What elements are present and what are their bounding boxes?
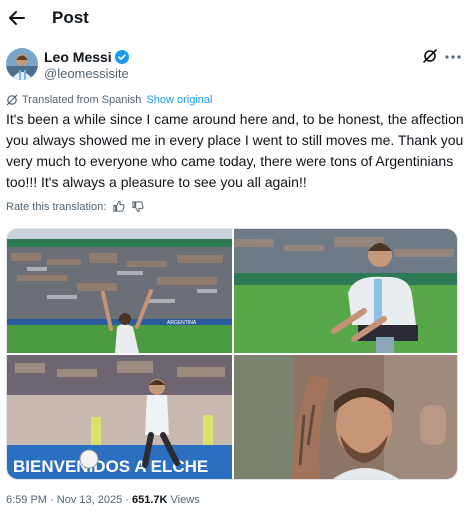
views-label: Views (170, 494, 200, 506)
meta-separator: · (125, 494, 129, 506)
more-icon[interactable] (444, 50, 462, 64)
post-time[interactable]: 6:59 PM (6, 494, 47, 506)
show-original-link[interactable]: Show original (146, 94, 212, 106)
verified-badge-icon (114, 50, 129, 64)
views-count: 651.7K (132, 494, 168, 506)
post-meta: 6:59 PM · Nov 13, 2025 · 651.7K Views (6, 494, 200, 506)
thumbs-up-icon[interactable] (112, 200, 125, 213)
media-grid: ARGENTINA BIENVENIDOS A ELCHE (6, 228, 458, 480)
photo-closeup[interactable] (234, 355, 457, 479)
back-arrow-icon[interactable] (6, 7, 28, 29)
avatar[interactable] (6, 48, 38, 80)
thumbs-down-icon[interactable] (131, 200, 144, 213)
banner-text: BIENVENIDOS A ELCHE (13, 457, 208, 476)
page-title: Post (52, 8, 89, 27)
translation-label: Translated from Spanish (22, 94, 142, 106)
author-name-row[interactable]: Leo Messi (44, 49, 129, 65)
tweet-text: It's been a while since I came around he… (6, 111, 464, 190)
top-bar: Post (0, 0, 472, 38)
translate-icon (6, 94, 18, 106)
photo-kicking-ball[interactable]: BIENVENIDOS A ELCHE (7, 355, 232, 479)
grok-icon[interactable] (422, 48, 438, 64)
author-name[interactable]: Leo Messi (44, 49, 112, 65)
meta-separator: · (50, 494, 54, 506)
post-date[interactable]: Nov 13, 2025 (57, 494, 122, 506)
photo-stadium-wave[interactable]: ARGENTINA (7, 229, 232, 353)
author-handle[interactable]: @leomessisite (44, 66, 129, 81)
photo-crouching-player[interactable] (234, 229, 457, 353)
rate-translation: Rate this translation: (6, 200, 144, 213)
rate-translation-label: Rate this translation: (6, 200, 107, 213)
translation-notice: Translated from Spanish Show original (6, 94, 212, 106)
